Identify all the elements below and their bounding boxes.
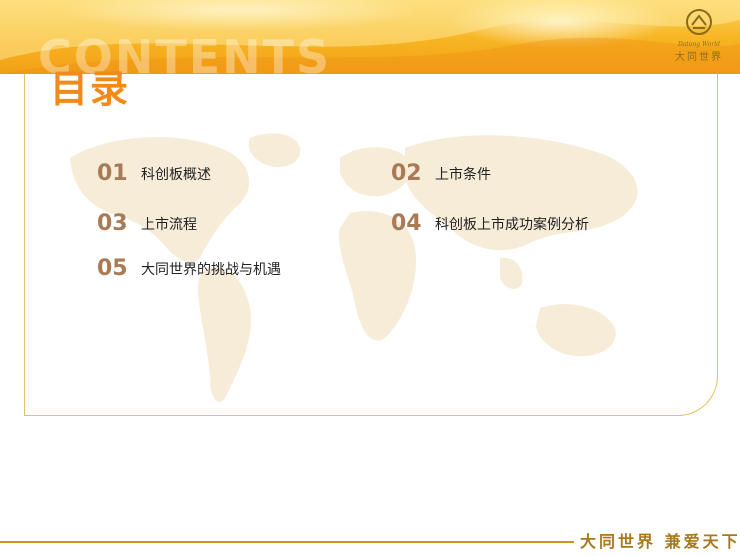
page-title: 目录	[50, 67, 131, 111]
toc-item[interactable]: 02 上市条件	[391, 161, 491, 186]
toc-number: 05	[97, 256, 128, 281]
toc-label: 科创板概述	[141, 166, 211, 183]
brand-logo: Datong World 大同世界	[664, 8, 734, 64]
toc-number: 01	[97, 161, 128, 186]
logo-english-text: Datong World	[677, 41, 721, 48]
toc-item[interactable]: 04 科创板上市成功案例分析	[391, 211, 589, 236]
toc-item[interactable]: 05 大同世界的挑战与机遇	[97, 256, 281, 281]
datong-logo-icon	[686, 9, 712, 35]
toc-item[interactable]: 03 上市流程	[97, 211, 197, 236]
toc-label: 科创板上市成功案例分析	[435, 216, 589, 233]
toc-label: 上市条件	[435, 166, 491, 183]
footer-slogan: 大同世界 兼爱天下	[580, 532, 740, 551]
toc-item[interactable]: 01 科创板概述	[97, 161, 211, 186]
toc-number: 02	[391, 161, 422, 186]
toc-number: 04	[391, 211, 422, 236]
footer-divider	[0, 541, 574, 543]
toc-label: 上市流程	[141, 216, 197, 233]
toc-label: 大同世界的挑战与机遇	[141, 261, 281, 278]
toc-number: 03	[97, 211, 128, 236]
logo-chinese-text: 大同世界	[675, 52, 723, 63]
